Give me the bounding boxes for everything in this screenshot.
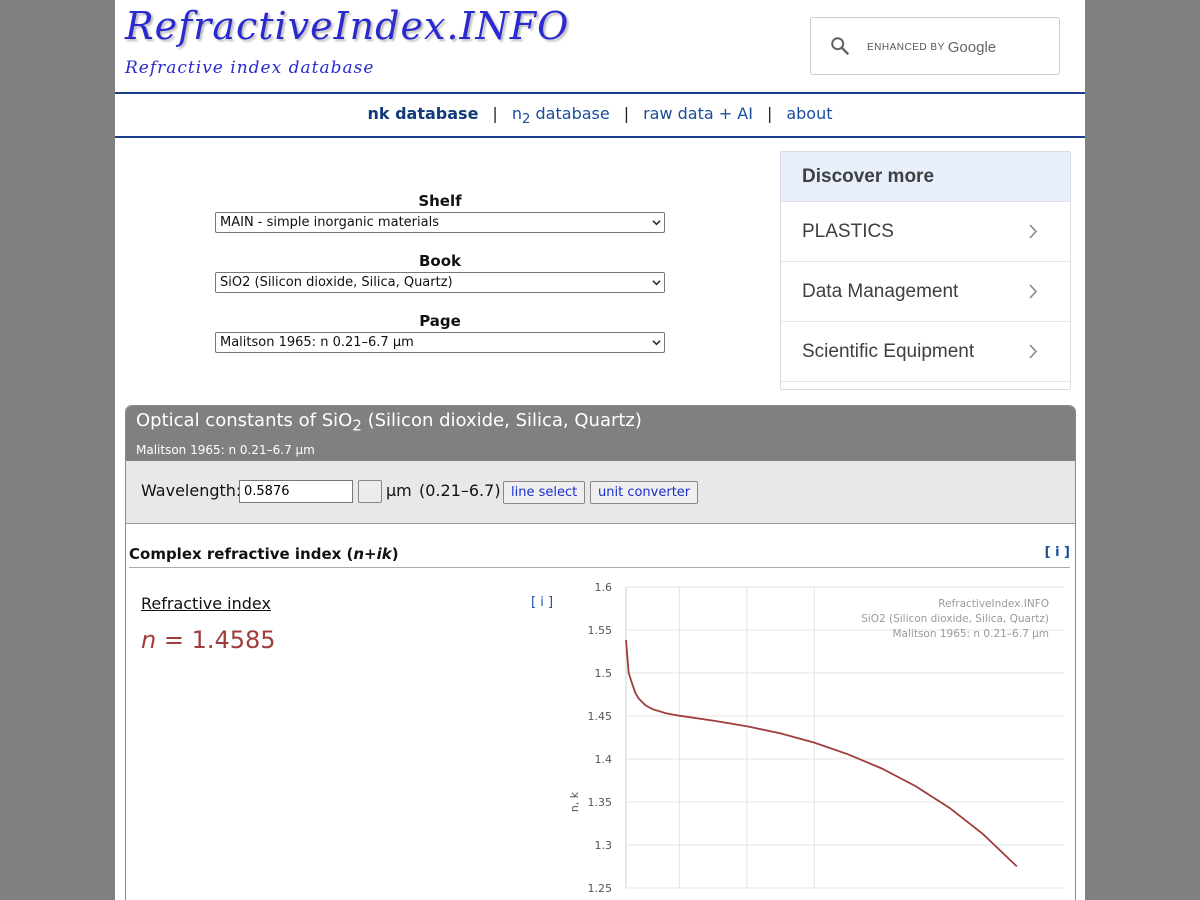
wavelength-unit: µm — [386, 481, 412, 500]
chart-svg: 1.6 1.55 1.5 1.45 1.4 1.35 1.3 1.25 n, k Refracti… — [568, 581, 1064, 895]
discover-item-label: Scientific Equipment — [802, 341, 975, 362]
title-post: (Silicon dioxide, Silica, Quartz) — [361, 410, 642, 431]
nav-n2-rest: database — [530, 104, 610, 123]
chevron-down-icon — [652, 220, 661, 226]
chart-watermark-line: RefractiveIndex.INFO — [938, 598, 1049, 610]
discover-item-data-management[interactable]: Data Management — [781, 262, 1070, 322]
wavelength-bar: Wavelength: 0.5876 µm (0.21–6.7) line se… — [126, 461, 1075, 524]
page-label: Page — [419, 312, 461, 330]
page-select[interactable]: Malitson 1965: n 0.21–6.7 µm — [215, 332, 665, 353]
optical-constants-header: Optical constants of SiO2 (Silicon dioxi… — [126, 406, 1075, 461]
y-tick-label: 1.4 — [595, 753, 613, 766]
refractive-index-info-link[interactable]: [ i ] — [531, 595, 553, 610]
y-tick-label: 1.35 — [588, 796, 613, 809]
ri-var: n — [141, 626, 157, 654]
nav-n2-database[interactable]: n2 database — [511, 104, 610, 127]
y-tick-label: 1.5 — [595, 667, 613, 680]
nav-separator: | — [492, 104, 498, 123]
wavelength-input[interactable]: 0.5876 — [239, 480, 353, 503]
chart-watermark-line: Malitson 1965: n 0.21–6.7 µm — [893, 628, 1050, 640]
chevron-right-icon — [1029, 224, 1038, 239]
refractive-index-chart: 1.6 1.55 1.5 1.45 1.4 1.35 1.3 1.25 n, k Refracti… — [560, 570, 1070, 900]
wavelength-range: (0.21–6.7) — [419, 481, 501, 500]
header: RefractiveIndex.INFO Refractive index da… — [115, 0, 1085, 92]
search-placeholder-text: ENHANCED BY — [867, 42, 945, 53]
chevron-right-icon — [1029, 344, 1038, 359]
discover-item-label: Data Management — [802, 281, 959, 302]
page-value: Malitson 1965: n 0.21–6.7 µm — [220, 335, 414, 350]
series-line-n — [625, 639, 1018, 868]
y-axis-label: n, k — [568, 791, 581, 812]
title-sub: 2 — [352, 416, 362, 435]
nav-raw-data[interactable]: raw data + AI — [643, 104, 753, 123]
discover-item-plastics[interactable]: PLASTICS — [781, 202, 1070, 262]
wavelength-unit-button[interactable] — [358, 480, 382, 503]
complex-index-info-link[interactable]: [ i ] — [1045, 545, 1070, 560]
book-value: SiO2 (Silicon dioxide, Silica, Quartz) — [220, 275, 453, 290]
material-selectors: Shelf MAIN - simple inorganic materials … — [215, 190, 665, 370]
y-tick-label: 1.6 — [595, 581, 613, 594]
nav-separator: | — [766, 104, 773, 123]
discover-more-panel: Discover more PLASTICS Data Management S… — [780, 151, 1071, 390]
complex-index-heading: Complex refractive index (n+ik) [ i ] — [129, 545, 1070, 568]
book-label: Book — [418, 252, 462, 270]
search-icon[interactable] — [829, 35, 851, 57]
refractive-index-value: n = 1.4585 — [141, 626, 276, 654]
shelf-label: Shelf — [418, 192, 462, 210]
optical-constants-title: Optical constants of SiO2 (Silicon dioxi… — [136, 410, 642, 435]
shelf-select[interactable]: MAIN - simple inorganic materials — [215, 212, 665, 233]
refractive-index-label: Refractive index — [141, 594, 271, 613]
search-placeholder[interactable]: ENHANCED BY Google — [867, 39, 996, 56]
site-logo[interactable]: RefractiveIndex.INFO — [125, 4, 569, 48]
optical-constants-subtitle: Malitson 1965: n 0.21–6.7 µm — [136, 443, 315, 457]
cri-pre: Complex refractive index ( — [129, 545, 354, 563]
cri-post: ) — [391, 545, 399, 563]
chevron-right-icon — [1029, 284, 1038, 299]
google-logo: Google — [947, 39, 997, 56]
y-tick-label: 1.3 — [595, 839, 613, 852]
discover-item-label: PLASTICS — [802, 221, 894, 242]
cri-var: n+ik — [353, 545, 392, 563]
line-select-button[interactable]: line select — [503, 481, 586, 504]
shelf-value: MAIN - simple inorganic materials — [220, 215, 439, 230]
chart-watermark-line: SiO2 (Silicon dioxide, Silica, Quartz) — [861, 613, 1049, 625]
y-tick-label: 1.25 — [588, 882, 613, 895]
wavelength-label: Wavelength: — [141, 481, 242, 500]
nav-n2-n: n — [511, 104, 522, 123]
y-tick-label: 1.45 — [588, 710, 613, 723]
site-tagline: Refractive index database — [125, 58, 375, 78]
book-select[interactable]: SiO2 (Silicon dioxide, Silica, Quartz) — [215, 272, 665, 293]
y-tick-label: 1.55 — [588, 624, 613, 637]
unit-converter-button[interactable]: unit converter — [590, 481, 699, 504]
title-pre: Optical constants of SiO — [136, 410, 353, 431]
chevron-down-icon — [652, 340, 661, 346]
nav-about[interactable]: about — [786, 104, 832, 123]
discover-more-heading: Discover more — [781, 152, 1070, 202]
main-nav: nk database | n2 database | raw data + AI | ab… — [115, 92, 1085, 138]
discover-item-scientific-equipment[interactable]: Scientific Equipment — [781, 322, 1070, 382]
chevron-down-icon — [652, 280, 661, 286]
search-box[interactable]: ENHANCED BY Google — [810, 17, 1060, 75]
nav-separator: | — [623, 104, 630, 123]
nav-nk-database[interactable]: nk database — [368, 104, 479, 123]
ri-number: = 1.4585 — [156, 626, 276, 654]
